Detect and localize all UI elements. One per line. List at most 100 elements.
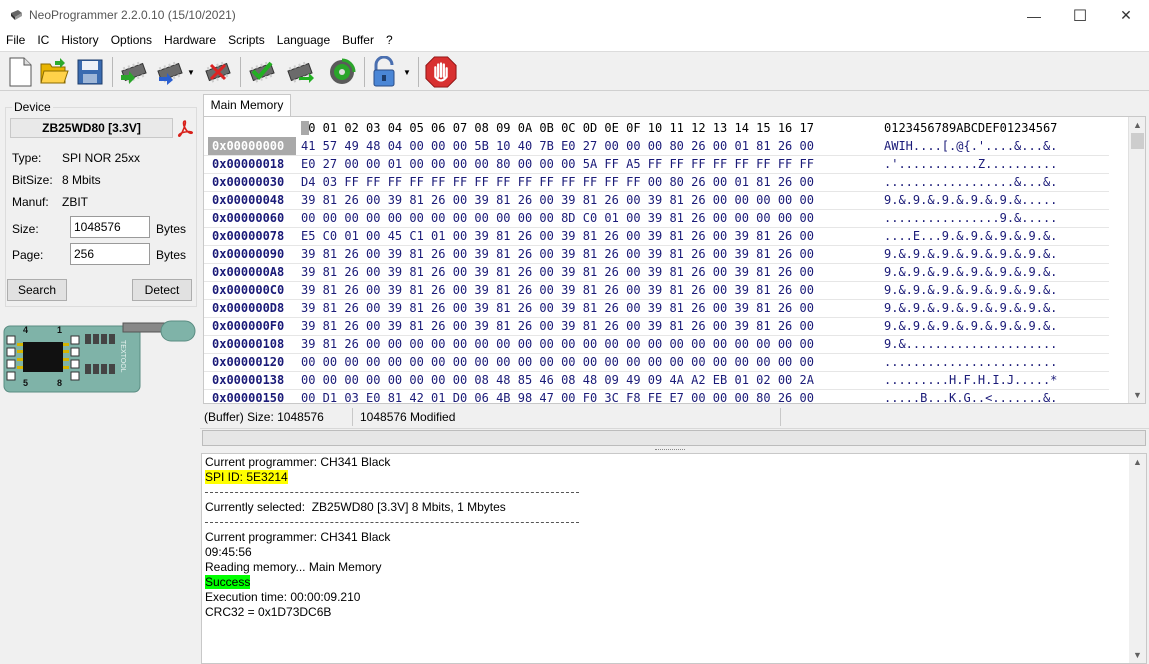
hex-row-ascii[interactable]: 9.&.9.&.9.&.9.&.9.&.9.&.: [884, 299, 1057, 317]
log-scroll-up-arrow[interactable]: ▲: [1129, 454, 1146, 470]
hex-row-ascii[interactable]: 9.&.9.&.9.&.9.&.9.&.9.&.: [884, 317, 1057, 335]
log-scroll-down-arrow[interactable]: ▼: [1129, 647, 1146, 663]
hex-row[interactable]: 0x00000138 00 00 00 00 00 00 00 00 08 48 …: [204, 371, 1109, 389]
hex-row-bytes[interactable]: 39 81 26 00 39 81 26 00 39 81 26 00 39 8…: [301, 281, 814, 299]
hex-row[interactable]: 0x00000108 39 81 26 00 00 00 00 00 00 00 …: [204, 335, 1109, 353]
hex-row[interactable]: 0x000000D8 39 81 26 00 39 81 26 00 39 81 …: [204, 299, 1109, 317]
log-text: Execution time: 00:00:09.210: [205, 590, 361, 604]
hex-row[interactable]: 0x00000030 D4 03 FF FF FF FF FF FF FF FF …: [204, 173, 1109, 191]
hex-row-bytes[interactable]: E5 C0 01 00 45 C1 01 00 39 81 26 00 39 8…: [301, 227, 814, 245]
blank-check-icon[interactable]: [284, 55, 316, 89]
page-field[interactable]: [70, 243, 150, 265]
menu-history[interactable]: History: [55, 31, 104, 51]
read-chip-icon[interactable]: [118, 55, 150, 89]
menu-bar: File IC History Options Hardware Scripts…: [0, 31, 1149, 51]
device-name[interactable]: ZB25WD80 [3.3V]: [10, 118, 173, 138]
main-pane: Main Memory 00 01 02 03 04 05 06 07 08 0…: [200, 92, 1149, 664]
hex-row[interactable]: 0x00000090 39 81 26 00 39 81 26 00 39 81 …: [204, 245, 1109, 263]
detect-button[interactable]: Detect: [132, 279, 192, 301]
hex-row[interactable]: 0x000000A8 39 81 26 00 39 81 26 00 39 81 …: [204, 263, 1109, 281]
menu-help[interactable]: ?: [380, 31, 399, 51]
menu-language[interactable]: Language: [271, 31, 336, 51]
menu-buffer[interactable]: Buffer: [336, 31, 380, 51]
hex-row-bytes[interactable]: E0 27 00 00 01 00 00 00 00 80 00 00 00 5…: [301, 155, 814, 173]
hex-row-bytes[interactable]: 00 00 00 00 00 00 00 00 00 00 00 00 00 0…: [301, 353, 814, 371]
hex-row-bytes[interactable]: 39 81 26 00 00 00 00 00 00 00 00 00 00 0…: [301, 335, 814, 353]
hex-row-bytes[interactable]: 39 81 26 00 39 81 26 00 39 81 26 00 39 8…: [301, 317, 814, 335]
auto-icon[interactable]: [326, 55, 358, 89]
hex-editor[interactable]: 00 01 02 03 04 05 06 07 08 09 0A 0B 0C 0…: [203, 116, 1146, 408]
hex-row-address: 0x00000108: [212, 337, 285, 351]
hex-row-ascii[interactable]: .........H.F.H.I.J.....*: [884, 371, 1057, 389]
scroll-thumb[interactable]: [1131, 133, 1144, 149]
window-title: NeoProgrammer 2.2.0.10 (15/10/2021): [29, 8, 236, 22]
log-line: CRC32 = 0x1D73DC6B: [205, 605, 331, 620]
minimize-button[interactable]: —: [1011, 0, 1057, 31]
hex-row-bytes[interactable]: 39 81 26 00 39 81 26 00 39 81 26 00 39 8…: [301, 191, 814, 209]
log-vertical-scrollbar[interactable]: ▲ ▼: [1129, 454, 1146, 663]
hex-row-address: 0x00000030: [212, 175, 285, 189]
hex-row-bytes[interactable]: 39 81 26 00 39 81 26 00 39 81 26 00 39 8…: [301, 263, 814, 281]
menu-scripts[interactable]: Scripts: [222, 31, 271, 51]
hex-row-address: 0x00000060: [212, 211, 285, 225]
socket-brand: TEXTOOL: [119, 340, 126, 373]
pdf-datasheet-icon[interactable]: [176, 119, 194, 137]
hex-vertical-scrollbar[interactable]: ▲ ▼: [1128, 117, 1145, 403]
hex-row-ascii[interactable]: ................9.&.....: [884, 209, 1057, 227]
hex-row-ascii[interactable]: AWIH....[.@{.'....&...&.: [884, 137, 1057, 155]
log-text: CRC32 = 0x1D73DC6B: [205, 605, 332, 619]
hex-row[interactable]: 0x00000120 00 00 00 00 00 00 00 00 00 00 …: [204, 353, 1109, 371]
scroll-up-arrow[interactable]: ▲: [1129, 117, 1146, 133]
hex-row-ascii[interactable]: 9.&.9.&.9.&.9.&.9.&.9.&.: [884, 263, 1057, 281]
hex-row[interactable]: 0x00000048 39 81 26 00 39 81 26 00 39 81 …: [204, 191, 1109, 209]
hex-row-bytes[interactable]: D4 03 FF FF FF FF FF FF FF FF FF FF FF F…: [301, 173, 814, 191]
hex-row[interactable]: 0x00000000 41 57 49 48 04 00 00 00 5B 10 …: [204, 137, 1109, 155]
verify-chip-icon[interactable]: [246, 55, 278, 89]
hex-row-ascii[interactable]: 9.&.....................: [884, 335, 1057, 353]
title-bar: NeoProgrammer 2.2.0.10 (15/10/2021) — ☐ …: [0, 0, 1149, 31]
hex-row[interactable]: 0x00000078 E5 C0 01 00 45 C1 01 00 39 81 …: [204, 227, 1109, 245]
hex-row-ascii[interactable]: ..................&...&.: [884, 173, 1057, 191]
new-file-icon[interactable]: [4, 55, 36, 89]
stop-icon[interactable]: [425, 55, 457, 89]
hex-row-bytes[interactable]: 39 81 26 00 39 81 26 00 39 81 26 00 39 8…: [301, 245, 814, 263]
hex-row[interactable]: 0x000000F0 39 81 26 00 39 81 26 00 39 81 …: [204, 317, 1109, 335]
lock-icon[interactable]: [368, 55, 400, 89]
erase-chip-icon[interactable]: [202, 55, 234, 89]
hex-row[interactable]: 0x00000018 E0 27 00 00 01 00 00 00 00 80 …: [204, 155, 1109, 173]
hex-row[interactable]: 0x00000060 00 00 00 00 00 00 00 00 00 00 …: [204, 209, 1109, 227]
hex-row-bytes[interactable]: 39 81 26 00 39 81 26 00 39 81 26 00 39 8…: [301, 299, 814, 317]
maximize-button[interactable]: ☐: [1057, 0, 1103, 31]
log-separator: [205, 522, 579, 523]
hex-row-ascii[interactable]: ........................: [884, 353, 1057, 371]
menu-ic[interactable]: IC: [31, 31, 55, 51]
hex-row-bytes[interactable]: 41 57 49 48 04 00 00 00 5B 10 40 7B E0 2…: [301, 137, 814, 155]
tab-main-memory[interactable]: Main Memory: [203, 94, 291, 116]
hex-row-address: 0x00000078: [212, 229, 285, 243]
menu-hardware[interactable]: Hardware: [158, 31, 222, 51]
hex-row-ascii[interactable]: 9.&.9.&.9.&.9.&.9.&.....: [884, 191, 1057, 209]
scroll-down-arrow[interactable]: ▼: [1129, 387, 1146, 403]
hex-row-ascii[interactable]: 9.&.9.&.9.&.9.&.9.&.9.&.: [884, 245, 1057, 263]
hex-row-ascii[interactable]: .'...........Z..........: [884, 155, 1057, 173]
hex-row-bytes[interactable]: 00 00 00 00 00 00 00 00 08 48 85 46 08 4…: [301, 371, 814, 389]
close-button[interactable]: ✕: [1103, 0, 1149, 31]
lock-dropdown-arrow[interactable]: ▼: [400, 55, 414, 89]
hex-row-ascii[interactable]: ....E...9.&.9.&.9.&.9.&.: [884, 227, 1057, 245]
search-button[interactable]: Search: [7, 279, 67, 301]
save-icon[interactable]: [74, 55, 106, 89]
menu-file[interactable]: File: [0, 31, 31, 51]
log-text: Reading memory... Main Memory: [205, 560, 382, 574]
size-field[interactable]: [70, 216, 150, 238]
menu-options[interactable]: Options: [105, 31, 158, 51]
hex-row-ascii[interactable]: 9.&.9.&.9.&.9.&.9.&.9.&.: [884, 281, 1057, 299]
write-chip-icon[interactable]: [154, 55, 186, 89]
write-dropdown-arrow[interactable]: ▼: [184, 55, 198, 89]
log-panel[interactable]: Current programmer: CH341 Black SPI ID: 5…: [201, 453, 1147, 664]
hex-row[interactable]: 0x000000C0 39 81 26 00 39 81 26 00 39 81 …: [204, 281, 1109, 299]
progress-bar: [202, 430, 1146, 446]
type-value: SPI NOR 25xx: [62, 151, 141, 165]
log-line: Currently selected: ZB25WD80 [3.3V] 8 Mb…: [205, 500, 506, 515]
hex-row-bytes[interactable]: 00 00 00 00 00 00 00 00 00 00 00 00 8D C…: [301, 209, 814, 227]
open-folder-icon[interactable]: [38, 55, 70, 89]
